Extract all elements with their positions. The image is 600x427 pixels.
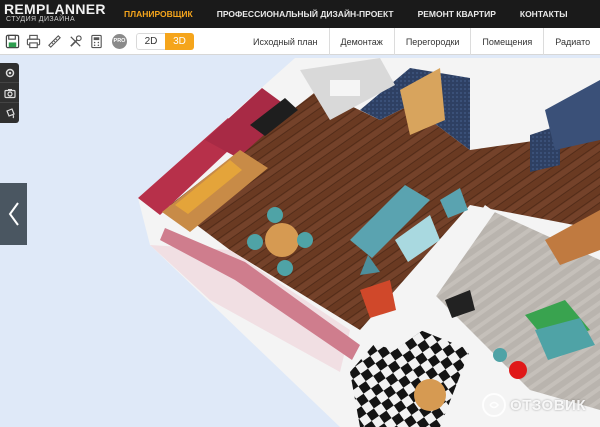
paint-bucket-icon[interactable] [0, 103, 19, 123]
calculator-icon[interactable] [88, 33, 105, 50]
chair [267, 207, 283, 223]
top-nav: REMPLANNER СТУДИЯ ДИЗАЙНА ПЛАНИРОВЩИК ПР… [0, 0, 600, 28]
dining-table [265, 223, 299, 257]
brand-logo[interactable]: REMPLANNER СТУДИЯ ДИЗАЙНА [0, 0, 112, 28]
step-rooms[interactable]: Помещения [470, 28, 543, 55]
logo-main-text: REMPLANNER [4, 1, 106, 17]
floor-plan-3d [138, 58, 600, 427]
step-demolition[interactable]: Демонтаж [328, 28, 394, 55]
tools-icon[interactable] [67, 33, 84, 50]
logo-sub-text: СТУДИЯ ДИЗАЙНА [6, 16, 76, 23]
watermark-logo-icon [482, 393, 507, 417]
camera-icon[interactable] [0, 83, 19, 103]
chevron-left-icon [8, 202, 19, 226]
watermark-text: ОТЗОВИК [510, 396, 586, 414]
kitchen-table [414, 379, 446, 411]
settings-icon[interactable] [0, 63, 19, 83]
chair [297, 232, 313, 248]
view-2d-button[interactable]: 2D [136, 32, 165, 50]
ruler-icon[interactable] [46, 33, 63, 50]
save-icon[interactable] [4, 33, 21, 50]
chair [247, 234, 263, 250]
step-radiators[interactable]: Радиато [543, 28, 600, 55]
pro-badge[interactable]: PRO [112, 33, 127, 49]
plan-3d-canvas[interactable]: ОТЗОВИК [0, 55, 600, 427]
red-stool [509, 361, 527, 379]
nav-renovation[interactable]: РЕМОНТ КВАРТИР [418, 9, 496, 19]
bathtub [330, 80, 360, 96]
step-partitions[interactable]: Перегородки [393, 28, 471, 55]
side-toolbar [0, 63, 19, 123]
plan-steps: Исходный план Демонтаж Перегородки Помещ… [242, 28, 600, 55]
nav-contacts[interactable]: КОНТАКТЫ [520, 9, 568, 19]
nav-planner[interactable]: ПЛАНИРОВЩИК [124, 9, 193, 19]
print-icon[interactable] [25, 33, 42, 50]
view-toggle: 2D 3D [136, 32, 194, 50]
step-original-plan[interactable]: Исходный план [242, 28, 329, 55]
nav-design-project[interactable]: ПРОФЕССИОНАЛЬНЫЙ ДИЗАЙН-ПРОЕКТ [217, 9, 394, 19]
chair [277, 260, 293, 276]
collapse-panel-button[interactable] [0, 183, 27, 245]
view-3d-button[interactable]: 3D [165, 32, 194, 50]
chair [493, 348, 507, 362]
watermark: ОТЗОВИК [482, 393, 586, 417]
toolbar: PRO 2D 3D Исходный план Демонтаж Перегор… [0, 28, 600, 55]
